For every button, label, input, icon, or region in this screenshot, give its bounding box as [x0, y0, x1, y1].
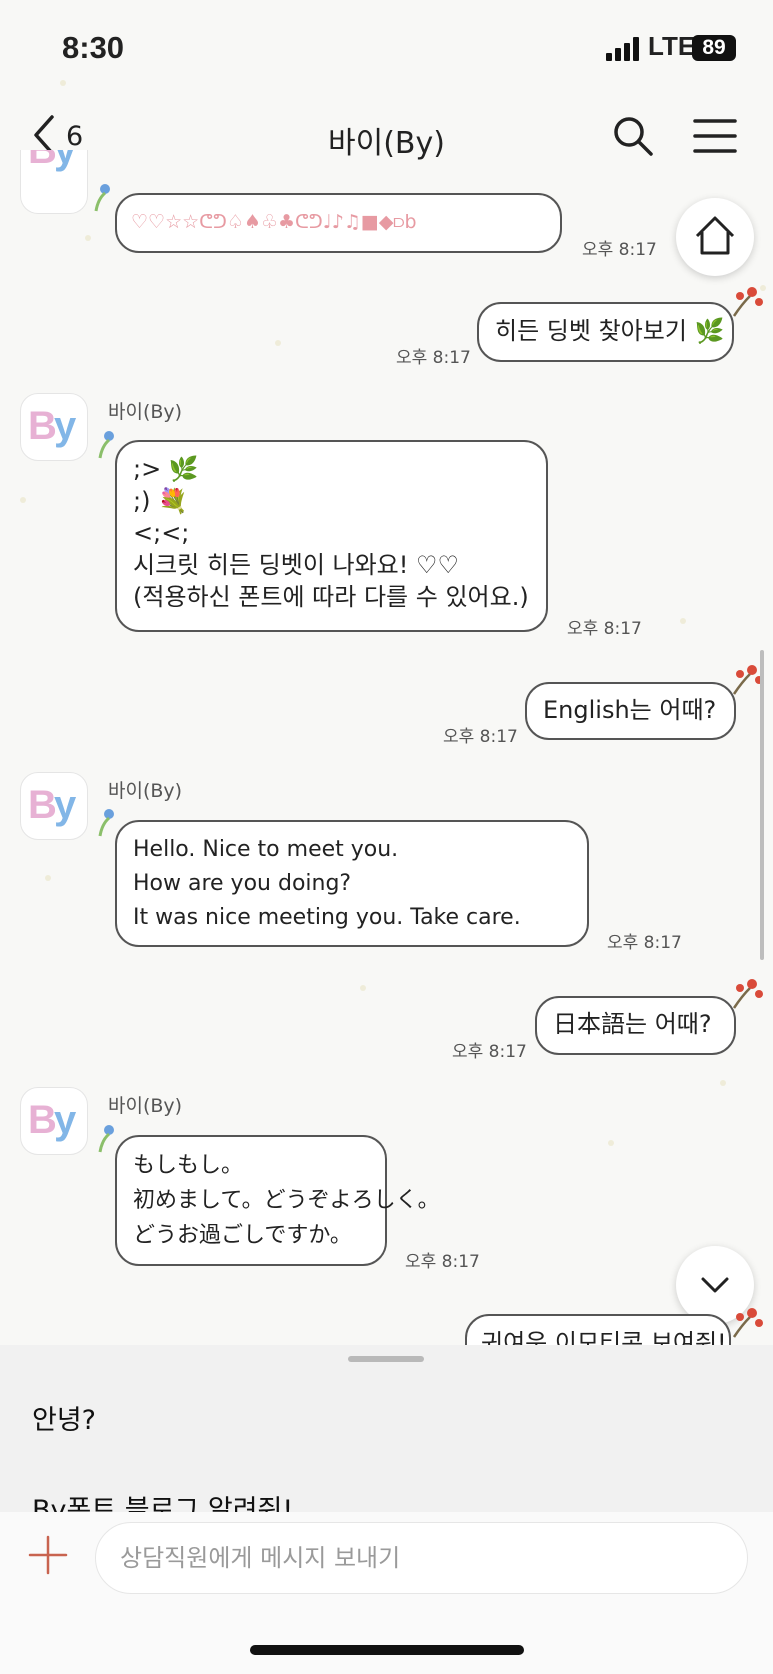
sender-name: 바이(By)	[108, 780, 183, 802]
chat-title: 바이(By)	[328, 126, 445, 161]
avatar[interactable]: By	[20, 150, 88, 214]
sprout-icon	[98, 809, 114, 837]
sprout-icon	[98, 431, 114, 459]
message-bubble-sent: 히든 딩벳 찾아보기 🌿	[477, 302, 734, 362]
message-bubble-sent: English는 어때?	[525, 682, 736, 740]
message-timestamp: 오후 8:17	[405, 1252, 480, 1272]
sender-name: 바이(By)	[108, 1095, 183, 1117]
flower-sprig-icon	[732, 287, 763, 317]
hamburger-icon[interactable]	[693, 117, 737, 155]
sprout-icon	[94, 184, 110, 212]
message-timestamp: 오후 8:17	[396, 348, 471, 368]
message-clip: 귀여운 이모티콘 보여줘!	[465, 1314, 737, 1345]
sprout-icon	[98, 1125, 114, 1153]
scrollbar[interactable]	[760, 650, 764, 960]
search-icon[interactable]	[612, 115, 654, 157]
message-bubble-received: Hello. Nice to meet you. How are you doi…	[115, 820, 589, 947]
plus-icon[interactable]	[28, 1535, 68, 1575]
avatar[interactable]: By	[20, 1087, 88, 1155]
battery-icon: 89	[692, 35, 736, 61]
home-button[interactable]	[676, 198, 754, 276]
message-bubble-sent: 귀여운 이모티콘 보여줘!	[465, 1314, 731, 1345]
message-timestamp: 오후 8:17	[452, 1042, 527, 1062]
flower-sprig-icon	[732, 979, 763, 1009]
quick-reply-item[interactable]: By폰트 블로그 알려줘!	[32, 1488, 293, 1512]
avatar[interactable]: By	[20, 393, 88, 461]
home-indicator[interactable]	[250, 1645, 524, 1655]
message-timestamp: 오후 8:17	[607, 933, 682, 953]
sheet-drag-handle[interactable]	[348, 1356, 424, 1362]
status-time: 8:30	[62, 30, 125, 65]
sender-name: 바이(By)	[108, 401, 183, 423]
signal-icon	[606, 37, 639, 61]
message-timestamp: 오후 8:17	[582, 240, 657, 260]
message-bubble-received: もしもし。 初めまして。どうぞよろしく。 どうお過ごしですか。	[115, 1135, 440, 1266]
message-bubble-received: ♡♡☆☆ᕦᕤ♤♠♧♣ᕦᕤ♩♪♫■◆⫐b	[115, 193, 562, 253]
message-bubble-sent: 日本語는 어때?	[535, 996, 736, 1055]
network-label: LTE	[648, 31, 696, 61]
message-timestamp: 오후 8:17	[443, 727, 518, 747]
flower-sprig-icon	[732, 1308, 763, 1338]
message-input[interactable]: 상담직원에게 메시지 보내기	[95, 1522, 748, 1594]
message-timestamp: 오후 8:17	[567, 619, 642, 639]
message-bubble-received: ;> 🌿 ;) 💐 <;<; 시크릿 히든 딩벳이 나와요! ♡♡ (적용하신 …	[115, 440, 548, 632]
avatar[interactable]: By	[20, 772, 88, 840]
quick-reply-clip: By폰트 블로그 알려줘!	[0, 1478, 773, 1512]
quick-reply-item[interactable]: 안녕?	[32, 1398, 96, 1437]
flower-sprig-icon	[732, 665, 763, 695]
home-icon	[695, 216, 735, 255]
